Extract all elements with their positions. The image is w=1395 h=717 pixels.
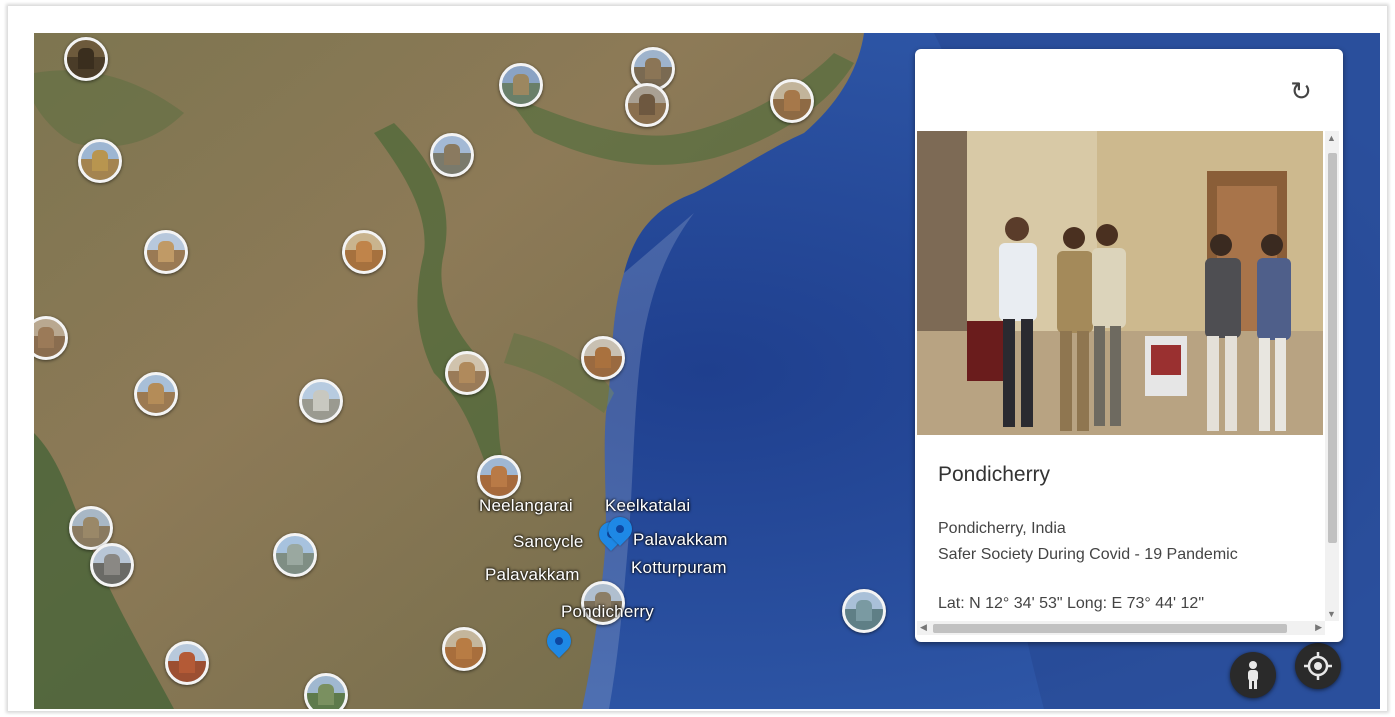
- place-title: Pondicherry: [938, 463, 1051, 486]
- map-label-pondicherry[interactable]: Pondicherry: [561, 602, 654, 622]
- place-location: Pondicherry, India: [938, 520, 1066, 537]
- map-label-keelkatalai[interactable]: Keelkatalai: [605, 496, 690, 516]
- map-label-kotturpuram[interactable]: Kotturpuram: [631, 558, 727, 578]
- my-location-button[interactable]: [1295, 643, 1341, 689]
- landmark-thumbnail[interactable]: [144, 230, 188, 274]
- scroll-down-icon[interactable]: ▼: [1327, 609, 1336, 619]
- place-photo[interactable]: [917, 131, 1323, 435]
- landmark-thumbnail[interactable]: [342, 230, 386, 274]
- landmark-thumbnail[interactable]: [445, 351, 489, 395]
- landmark-thumbnail[interactable]: [304, 673, 348, 709]
- refresh-icon[interactable]: ↻: [1287, 77, 1315, 105]
- landmark-thumbnail[interactable]: [299, 379, 343, 423]
- map-label-sancycle[interactable]: Sancycle: [513, 532, 584, 552]
- scroll-left-icon[interactable]: ◀: [920, 622, 927, 633]
- landmark-thumbnail[interactable]: [442, 627, 486, 671]
- landmark-thumbnail[interactable]: [78, 139, 122, 183]
- pegman-icon: [1248, 661, 1258, 689]
- map-label-palavakkam-west[interactable]: Palavakkam: [485, 565, 580, 585]
- landmark-thumbnail[interactable]: [273, 533, 317, 577]
- landmark-thumbnail[interactable]: [134, 372, 178, 416]
- vertical-scroll-thumb[interactable]: [1328, 153, 1337, 543]
- landmark-thumbnail[interactable]: [430, 133, 474, 177]
- landmark-thumbnail[interactable]: [770, 79, 814, 123]
- landmark-thumbnail[interactable]: [625, 83, 669, 127]
- landmark-thumbnail[interactable]: [581, 336, 625, 380]
- landmark-thumbnail[interactable]: [477, 455, 521, 499]
- scroll-up-icon[interactable]: ▲: [1327, 133, 1336, 143]
- vertical-scrollbar[interactable]: ▲ ▼: [1325, 131, 1339, 621]
- map-label-palavakkam-east[interactable]: Palavakkam: [633, 530, 728, 550]
- landmark-thumbnail[interactable]: [90, 543, 134, 587]
- street-view-button[interactable]: [1230, 652, 1276, 698]
- landmark-thumbnail[interactable]: [842, 589, 886, 633]
- place-coordinates: Lat: N 12° 34' 53" Long: E 73° 44' 12": [938, 595, 1205, 612]
- place-info-card: ↻ Pondicherry Pondicherry, India Safer S…: [915, 49, 1343, 642]
- landmark-thumbnail[interactable]: [64, 37, 108, 81]
- map-label-neelangarai[interactable]: Neelangarai: [479, 496, 573, 516]
- horizontal-scrollbar[interactable]: ◀ ▶: [917, 621, 1325, 635]
- horizontal-scroll-thumb[interactable]: [933, 624, 1287, 633]
- landmark-thumbnail[interactable]: [499, 63, 543, 107]
- landmark-thumbnail[interactable]: [165, 641, 209, 685]
- scroll-right-icon[interactable]: ▶: [1315, 622, 1322, 633]
- photo-illustration: [917, 131, 1323, 435]
- my-location-icon: [1304, 652, 1332, 680]
- place-description: Safer Society During Covid - 19 Pandemic: [938, 546, 1238, 563]
